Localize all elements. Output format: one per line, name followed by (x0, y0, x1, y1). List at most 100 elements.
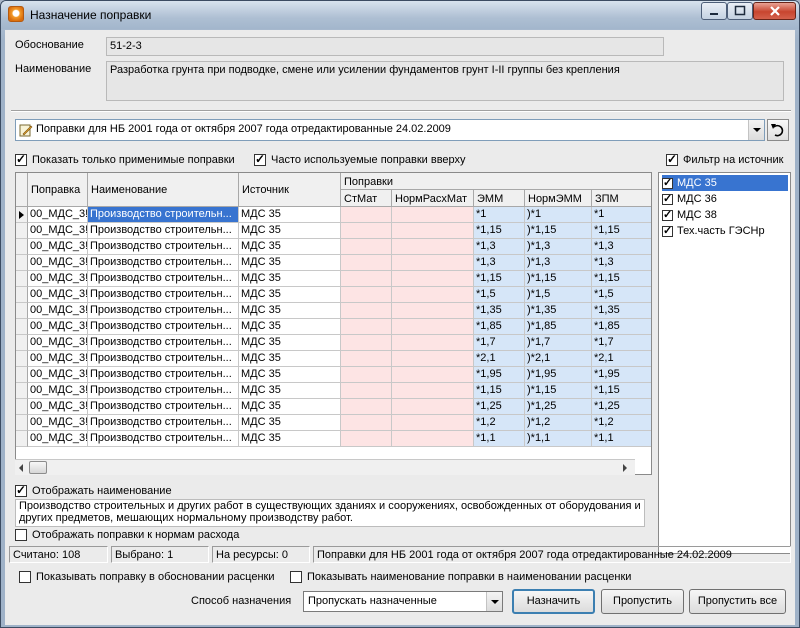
row-indicator[interactable] (16, 207, 28, 223)
table-cell-stmat[interactable] (341, 335, 392, 351)
table-cell-name[interactable]: Производство строительн... (88, 319, 239, 335)
table-cell-normrasxmat[interactable] (392, 335, 474, 351)
table-cell-code[interactable]: 00_МДС_3! (28, 271, 88, 287)
table-cell-normrasxmat[interactable] (392, 383, 474, 399)
assign-mode-select[interactable]: Пропускать назначенные (303, 591, 503, 612)
show-in-basis-checkbox[interactable]: Показывать поправку в обосновании расцен… (19, 571, 275, 583)
table-cell-emm[interactable]: *1,1 (474, 431, 525, 447)
table-cell-normemm[interactable]: )*1,3 (525, 255, 592, 271)
column-header-emm[interactable]: ЭММ (474, 190, 525, 207)
source-filter-item[interactable]: МДС 38 (662, 207, 788, 223)
table-cell-zpm[interactable]: *1,2 (592, 415, 651, 431)
table-cell-stmat[interactable] (341, 367, 392, 383)
table-cell-name[interactable]: Производство строительн... (88, 415, 239, 431)
table-cell-zpm[interactable]: *1,15 (592, 383, 651, 399)
title-bar[interactable]: Назначение поправки (1, 1, 799, 29)
table-cell-code[interactable]: 00_МДС_3! (28, 367, 88, 383)
row-indicator[interactable] (16, 255, 28, 271)
table-cell-name[interactable]: Производство строительн... (88, 335, 239, 351)
skip-button[interactable]: Пропустить (601, 589, 684, 614)
row-indicator[interactable] (16, 399, 28, 415)
row-indicator[interactable] (16, 367, 28, 383)
table-cell-zpm[interactable]: *1,7 (592, 335, 651, 351)
table-cell-source[interactable]: МДС 35 (239, 415, 341, 431)
close-button[interactable] (753, 2, 796, 20)
frequent-top-checkbox[interactable]: Часто используемые поправки вверху (254, 152, 466, 166)
table-cell-normemm[interactable]: )*1,85 (525, 319, 592, 335)
table-cell-stmat[interactable] (341, 287, 392, 303)
corrections-table[interactable]: Поправка Наименование Источник Поправки … (15, 172, 652, 475)
table-cell-normrasxmat[interactable] (392, 399, 474, 415)
table-cell-normrasxmat[interactable] (392, 415, 474, 431)
table-cell-code[interactable]: 00_МДС_3! (28, 207, 88, 223)
table-cell-zpm[interactable]: *1,3 (592, 255, 651, 271)
table-cell-emm[interactable]: *2,1 (474, 351, 525, 367)
table-cell-source[interactable]: МДС 35 (239, 271, 341, 287)
row-indicator[interactable] (16, 287, 28, 303)
row-indicator[interactable] (16, 223, 28, 239)
table-cell-stmat[interactable] (341, 399, 392, 415)
table-cell-code[interactable]: 00_МДС_3! (28, 335, 88, 351)
table-cell-code[interactable]: 00_МДС_3! (28, 239, 88, 255)
table-cell-stmat[interactable] (341, 255, 392, 271)
row-indicator[interactable] (16, 431, 28, 447)
table-cell-source[interactable]: МДС 35 (239, 303, 341, 319)
table-cell-normemm[interactable]: )*1,15 (525, 383, 592, 399)
table-cell-stmat[interactable] (341, 319, 392, 335)
table-cell-source[interactable]: МДС 35 (239, 383, 341, 399)
table-cell-name[interactable]: Производство строительн... (88, 399, 239, 415)
table-cell-name[interactable]: Производство строительн... (88, 207, 239, 223)
row-indicator[interactable] (16, 319, 28, 335)
table-cell-source[interactable]: МДС 35 (239, 335, 341, 351)
maximize-button[interactable] (727, 2, 753, 20)
table-cell-normemm[interactable]: )*1,1 (525, 431, 592, 447)
table-cell-stmat[interactable] (341, 303, 392, 319)
table-cell-normemm[interactable]: )*2,1 (525, 351, 592, 367)
table-cell-zpm[interactable]: *1 (592, 207, 651, 223)
scroll-right-icon[interactable] (621, 463, 629, 476)
table-cell-emm[interactable]: *1,35 (474, 303, 525, 319)
table-cell-name[interactable]: Производство строительн... (88, 239, 239, 255)
table-cell-code[interactable]: 00_МДС_3! (28, 383, 88, 399)
table-cell-name[interactable]: Производство строительн... (88, 223, 239, 239)
table-cell-emm[interactable]: *1,3 (474, 239, 525, 255)
table-cell-normemm[interactable]: )*1,5 (525, 287, 592, 303)
row-indicator[interactable] (16, 335, 28, 351)
checkbox-box[interactable] (662, 192, 673, 205)
source-filter-checkbox[interactable]: Фильтр на источник (666, 152, 783, 166)
column-header-correction[interactable]: Поправка (28, 173, 88, 207)
table-cell-source[interactable]: МДС 35 (239, 351, 341, 367)
table-cell-stmat[interactable] (341, 207, 392, 223)
table-cell-emm[interactable]: *1,2 (474, 415, 525, 431)
table-cell-emm[interactable]: *1,7 (474, 335, 525, 351)
table-cell-emm[interactable]: *1,15 (474, 271, 525, 287)
table-cell-code[interactable]: 00_МДС_3! (28, 287, 88, 303)
table-cell-normrasxmat[interactable] (392, 271, 474, 287)
column-header-normrasxmat[interactable]: НормРасхМат (392, 190, 474, 207)
table-cell-normrasxmat[interactable] (392, 351, 474, 367)
table-cell-normrasxmat[interactable] (392, 319, 474, 335)
checkbox-box[interactable] (662, 224, 673, 237)
table-cell-stmat[interactable] (341, 431, 392, 447)
table-cell-source[interactable]: МДС 35 (239, 207, 341, 223)
table-cell-name[interactable]: Производство строительн... (88, 271, 239, 287)
table-cell-emm[interactable]: *1,3 (474, 255, 525, 271)
table-cell-code[interactable]: 00_МДС_3! (28, 415, 88, 431)
table-cell-emm[interactable]: *1,95 (474, 367, 525, 383)
show-norms-checkbox[interactable]: Отображать поправки к нормам расхода (15, 529, 239, 541)
table-cell-emm[interactable]: *1 (474, 207, 525, 223)
table-cell-normrasxmat[interactable] (392, 207, 474, 223)
table-cell-normemm[interactable]: )*1,25 (525, 399, 592, 415)
table-cell-normemm[interactable]: )*1,7 (525, 335, 592, 351)
table-cell-zpm[interactable]: *1,95 (592, 367, 651, 383)
scroll-thumb[interactable] (29, 461, 47, 474)
minimize-button[interactable] (701, 2, 727, 20)
source-filter-list[interactable]: МДС 35 МДС 36 МДС 38 Тех.часть ГЭСНр (658, 172, 791, 554)
table-cell-emm[interactable]: *1,85 (474, 319, 525, 335)
reset-button[interactable] (767, 119, 789, 141)
table-cell-name[interactable]: Производство строительн... (88, 431, 239, 447)
table-cell-source[interactable]: МДС 35 (239, 367, 341, 383)
table-cell-emm[interactable]: *1,5 (474, 287, 525, 303)
table-cell-source[interactable]: МДС 35 (239, 287, 341, 303)
skip-all-button[interactable]: Пропустить все (689, 589, 786, 614)
